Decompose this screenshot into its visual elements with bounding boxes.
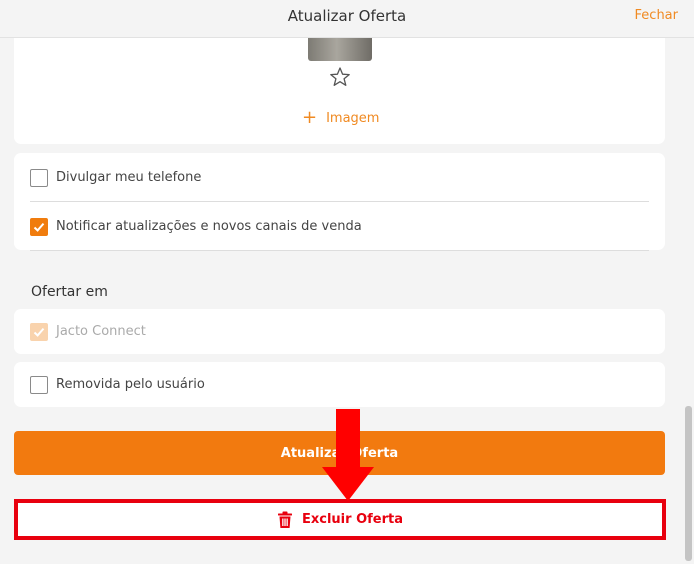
plus-icon: +: [302, 107, 318, 128]
option-show-phone[interactable]: Divulgar meu telefone: [30, 154, 649, 202]
removed-by-user-label: Removida pelo usuário: [56, 377, 205, 392]
channel-jacto-connect: Jacto Connect: [14, 309, 665, 354]
page-title: Atualizar Oferta: [287, 7, 407, 25]
annotation-arrow-icon: [322, 409, 374, 501]
notify-updates-label: Notificar atualizações e novos canais de…: [56, 219, 362, 234]
image-card: + Imagem: [14, 38, 665, 144]
removed-by-user-checkbox[interactable]: [30, 375, 48, 394]
channel-removed-by-user[interactable]: Removida pelo usuário: [14, 362, 665, 407]
check-icon: [33, 222, 45, 232]
offer-in-title: Ofertar em: [31, 284, 108, 300]
show-phone-label: Divulgar meu telefone: [56, 170, 202, 185]
delete-offer-label: Excluir Oferta: [302, 512, 403, 527]
close-button[interactable]: Fechar: [635, 8, 678, 23]
add-image-label: Imagem: [326, 110, 380, 126]
modal-header: Atualizar Oferta Fechar: [0, 0, 694, 38]
jacto-connect-label: Jacto Connect: [56, 324, 146, 339]
option-notify-updates[interactable]: Notificar atualizações e novos canais de…: [30, 203, 649, 251]
scrollbar-thumb[interactable]: [685, 406, 692, 561]
show-phone-checkbox[interactable]: [30, 168, 48, 187]
add-image-button[interactable]: + Imagem: [302, 109, 379, 127]
offer-image-thumbnail[interactable]: [308, 38, 372, 61]
scrollbar[interactable]: [682, 38, 694, 564]
options-card: Divulgar meu telefone Notificar atualiza…: [14, 153, 665, 251]
check-icon: [33, 327, 45, 337]
notify-updates-checkbox[interactable]: [30, 217, 48, 236]
delete-offer-button[interactable]: Excluir Oferta: [14, 499, 666, 540]
jacto-connect-checkbox: [30, 322, 48, 341]
star-outline-icon[interactable]: [328, 65, 352, 89]
trash-icon: [278, 511, 292, 528]
